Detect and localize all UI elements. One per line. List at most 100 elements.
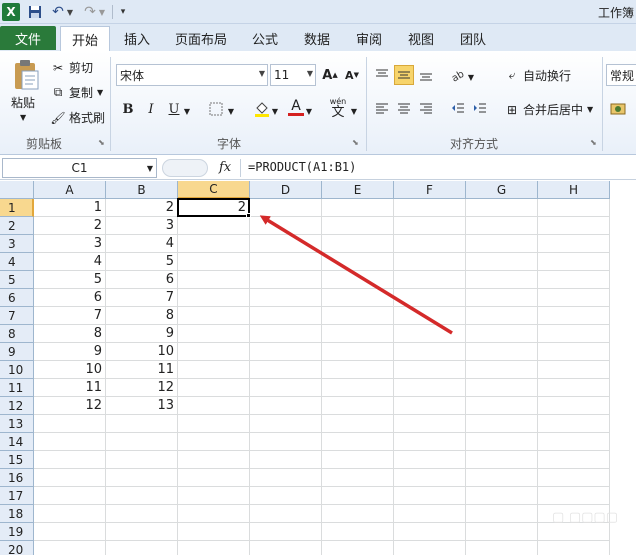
cell-b6[interactable]: 7 [106, 289, 178, 307]
cell-b15[interactable] [106, 451, 178, 469]
clipboard-launcher-icon[interactable]: ⬊ [98, 138, 105, 147]
name-box[interactable]: C1 ▼ [2, 158, 157, 178]
cell-d15[interactable] [250, 451, 322, 469]
cell-e19[interactable] [322, 523, 394, 541]
undo-icon[interactable]: ↶ [50, 3, 66, 21]
cell-a17[interactable] [34, 487, 106, 505]
cell-f6[interactable] [394, 289, 466, 307]
cell-f15[interactable] [394, 451, 466, 469]
align-bottom-icon[interactable] [416, 65, 436, 85]
cell-h2[interactable] [538, 217, 610, 235]
row-header-5[interactable]: 5 [0, 271, 34, 289]
cell-b2[interactable]: 3 [106, 217, 178, 235]
cell-f4[interactable] [394, 253, 466, 271]
cell-c19[interactable] [178, 523, 250, 541]
cell-g19[interactable] [466, 523, 538, 541]
cell-a15[interactable] [34, 451, 106, 469]
cell-e7[interactable] [322, 307, 394, 325]
align-top-icon[interactable] [372, 65, 392, 85]
orientation-icon[interactable]: ab [448, 65, 468, 85]
cell-g15[interactable] [466, 451, 538, 469]
fill-handle[interactable] [246, 213, 251, 218]
cell-c6[interactable] [178, 289, 250, 307]
cell-f18[interactable] [394, 505, 466, 523]
cell-b7[interactable]: 8 [106, 307, 178, 325]
cell-c18[interactable] [178, 505, 250, 523]
column-header-f[interactable]: F [394, 181, 466, 199]
cell-b18[interactable] [106, 505, 178, 523]
redo-icon[interactable]: ↷ [82, 3, 98, 21]
cell-h15[interactable] [538, 451, 610, 469]
cell-e1[interactable] [322, 199, 394, 217]
cell-a7[interactable]: 7 [34, 307, 106, 325]
cell-a12[interactable]: 12 [34, 397, 106, 415]
cell-f8[interactable] [394, 325, 466, 343]
row-header-7[interactable]: 7 [0, 307, 34, 325]
cell-h1[interactable] [538, 199, 610, 217]
cell-g16[interactable] [466, 469, 538, 487]
align-right-icon[interactable] [416, 99, 436, 119]
cell-e15[interactable] [322, 451, 394, 469]
cell-h16[interactable] [538, 469, 610, 487]
row-header-10[interactable]: 10 [0, 361, 34, 379]
cell-h10[interactable] [538, 361, 610, 379]
cell-g14[interactable] [466, 433, 538, 451]
cell-g18[interactable] [466, 505, 538, 523]
align-left-icon[interactable] [372, 99, 392, 119]
cell-a8[interactable]: 8 [34, 325, 106, 343]
cell-f14[interactable] [394, 433, 466, 451]
save-icon[interactable] [27, 3, 43, 21]
cell-f2[interactable] [394, 217, 466, 235]
row-header-2[interactable]: 2 [0, 217, 34, 235]
cell-e12[interactable] [322, 397, 394, 415]
cell-h8[interactable] [538, 325, 610, 343]
cell-a2[interactable]: 2 [34, 217, 106, 235]
cell-f9[interactable] [394, 343, 466, 361]
tab-formulas[interactable]: 公式 [242, 26, 288, 51]
merge-center-button[interactable]: ⊞ 合并后居中 ▼ [504, 101, 593, 118]
cell-c11[interactable] [178, 379, 250, 397]
cell-c9[interactable] [178, 343, 250, 361]
row-header-16[interactable]: 16 [0, 469, 34, 487]
cell-b14[interactable] [106, 433, 178, 451]
row-header-3[interactable]: 3 [0, 235, 34, 253]
cell-f5[interactable] [394, 271, 466, 289]
cell-e3[interactable] [322, 235, 394, 253]
cell-d5[interactable] [250, 271, 322, 289]
cell-b9[interactable]: 10 [106, 343, 178, 361]
underline-dropdown-icon[interactable]: ▼ [182, 101, 192, 121]
tab-team[interactable]: 团队 [450, 26, 496, 51]
cell-e9[interactable] [322, 343, 394, 361]
copy-button[interactable]: ⧉ 复制 ▼ [50, 84, 103, 101]
cell-a13[interactable] [34, 415, 106, 433]
undo-dropdown-icon[interactable]: ▼ [66, 3, 74, 21]
cell-a18[interactable] [34, 505, 106, 523]
phonetic-dropdown-icon[interactable]: ▼ [349, 101, 359, 121]
row-header-9[interactable]: 9 [0, 343, 34, 361]
cell-h17[interactable] [538, 487, 610, 505]
row-header-14[interactable]: 14 [0, 433, 34, 451]
cell-f17[interactable] [394, 487, 466, 505]
column-header-a[interactable]: A [34, 181, 106, 199]
cell-h19[interactable] [538, 523, 610, 541]
row-header-13[interactable]: 13 [0, 415, 34, 433]
cell-d16[interactable] [250, 469, 322, 487]
cell-b17[interactable] [106, 487, 178, 505]
cell-g1[interactable] [466, 199, 538, 217]
cell-a5[interactable]: 5 [34, 271, 106, 289]
fill-color-icon[interactable] [252, 99, 272, 119]
cell-b13[interactable] [106, 415, 178, 433]
cell-c5[interactable] [178, 271, 250, 289]
cell-d3[interactable] [250, 235, 322, 253]
cell-g4[interactable] [466, 253, 538, 271]
row-header-4[interactable]: 4 [0, 253, 34, 271]
column-header-d[interactable]: D [250, 181, 322, 199]
cell-g10[interactable] [466, 361, 538, 379]
cell-h14[interactable] [538, 433, 610, 451]
alignment-launcher-icon[interactable]: ⬊ [590, 138, 597, 147]
tab-page-layout[interactable]: 页面布局 [168, 26, 234, 51]
cell-d18[interactable] [250, 505, 322, 523]
number-format-select[interactable]: 常规 [606, 64, 636, 86]
tab-review[interactable]: 审阅 [346, 26, 392, 51]
fx-icon[interactable]: fx [219, 160, 231, 175]
